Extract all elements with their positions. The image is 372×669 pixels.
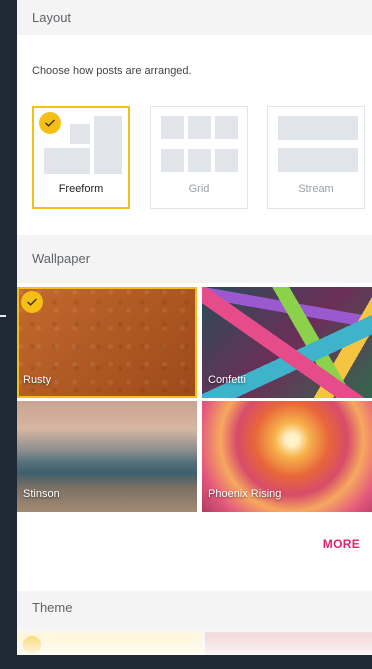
layout-option-label: Grid (188, 183, 210, 195)
freeform-block (70, 124, 90, 144)
check-icon (21, 291, 43, 313)
layout-header: Layout (17, 0, 372, 35)
layout-option-grid[interactable]: Grid (150, 106, 248, 209)
grid-block (215, 149, 238, 172)
wallpaper-label: Confetti (208, 374, 246, 386)
wallpaper-label: Phoenix Rising (208, 488, 282, 500)
scroll-fade (17, 635, 372, 655)
wallpaper-rusty[interactable]: Rusty (17, 287, 197, 398)
wallpaper-stinson[interactable]: Stinson (17, 401, 197, 512)
layout-option-stream[interactable]: Stream (267, 106, 365, 209)
wallpaper-phoenix-rising[interactable]: Phoenix Rising (202, 401, 372, 512)
theme-header: Theme (17, 591, 372, 628)
wallpaper-grid: Rusty Confetti Stinson Phoenix Rising (17, 285, 372, 512)
layout-section: Choose how posts are arranged. Freeform … (17, 35, 372, 235)
grid-block (161, 149, 184, 172)
check-icon (39, 112, 61, 134)
freeform-block (94, 116, 122, 174)
layout-option-freeform[interactable]: Freeform (32, 106, 130, 209)
layout-option-label: Stream (298, 183, 334, 195)
edge-marker (0, 315, 6, 317)
wallpaper-label: Rusty (23, 374, 52, 386)
stream-block (278, 148, 358, 172)
settings-panel: Layout Choose how posts are arranged. Fr… (17, 0, 372, 655)
layout-option-label: Freeform (58, 183, 104, 195)
grid-block (215, 116, 238, 139)
layout-description: Choose how posts are arranged. (32, 65, 192, 77)
grid-block (188, 149, 211, 172)
more-wallpapers-button[interactable]: MORE (323, 537, 360, 551)
grid-block (161, 116, 184, 139)
wallpaper-header-wrap: Wallpaper (17, 235, 372, 283)
stream-block (278, 116, 358, 140)
grid-block (188, 116, 211, 139)
theme-header-wrap: Theme (17, 591, 372, 628)
wallpaper-header: Wallpaper (17, 235, 372, 283)
freeform-block (44, 148, 90, 174)
wallpaper-confetti[interactable]: Confetti (202, 287, 372, 398)
wallpaper-label: Stinson (23, 488, 60, 500)
